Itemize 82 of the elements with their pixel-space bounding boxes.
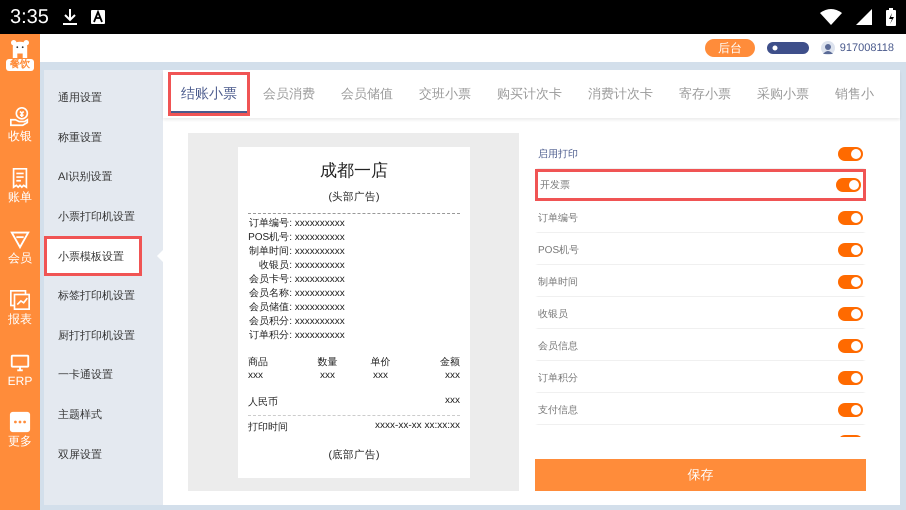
tab[interactable]: 结账小票: [168, 72, 250, 116]
table-cell-text: xxx: [444, 370, 460, 381]
nav-item[interactable]: ERP: [8, 339, 32, 400]
receipt-field: 收银员: xxxxxxxxxx: [248, 259, 460, 273]
sidebar-item[interactable]: 通用设置: [44, 78, 142, 118]
setting-label: 收银员: [538, 308, 568, 321]
sidebar-item[interactable]: 厨打打印机设置: [44, 316, 142, 356]
save-button[interactable]: 保存: [535, 459, 866, 491]
toggle-switch[interactable]: [838, 371, 863, 385]
receipt-field: 订单积分: xxxxxxxxxx: [248, 329, 460, 343]
battery-icon: [886, 8, 896, 26]
toggle-switch[interactable]: [838, 275, 863, 289]
hand-coin-icon: [9, 106, 31, 128]
signal-icon: [856, 9, 872, 25]
backend-button[interactable]: 后台: [704, 39, 755, 57]
toggle-switch[interactable]: [838, 147, 863, 161]
setting-label: 会员信息: [538, 340, 578, 353]
receipt-field: 会员卡号: xxxxxxxxxx: [248, 273, 460, 287]
toggle-switch[interactable]: [838, 403, 863, 417]
setting-label: 开发票: [540, 179, 570, 192]
column-header: 金额: [439, 356, 460, 369]
toggle-switch[interactable]: [836, 178, 861, 192]
sidebar-item[interactable]: 标签打印机设置: [44, 276, 142, 316]
total-value: xxx: [445, 395, 460, 408]
receipt-field: 制单时间: xxxxxxxxxx: [248, 245, 460, 259]
nav-item[interactable]: 会员: [8, 217, 32, 278]
more-icon: [9, 411, 31, 433]
total-label: 人民币: [248, 396, 278, 409]
logo-tag: 餐饮: [6, 59, 34, 71]
status-badge: [766, 42, 809, 54]
sidebar-item[interactable]: AI识别设置: [44, 157, 142, 197]
nav-item[interactable]: 更多: [8, 400, 32, 461]
avatar-icon: [820, 41, 835, 55]
nav-item[interactable]: 账单: [8, 156, 32, 217]
toggle-switch[interactable]: [838, 339, 863, 353]
receipt-field: 会员名称: xxxxxxxxxx: [248, 287, 460, 301]
column-header: 数量: [316, 356, 338, 369]
account-number: 917008118: [840, 42, 894, 54]
receipt-field: POS机号: xxxxxxxxxx: [248, 231, 460, 245]
tab[interactable]: 购买计次卡: [484, 72, 575, 116]
download-icon: [62, 9, 77, 25]
print-time-label: 打印时间: [248, 420, 288, 434]
column-header: 单价: [370, 356, 392, 369]
header-ad: (头部广告): [328, 190, 380, 204]
sidebar-item[interactable]: 小票打印机设置: [44, 196, 142, 236]
setting-label: 支付信息: [538, 404, 578, 417]
column-header: 商品: [248, 356, 269, 369]
store-title: 成都一店: [319, 160, 389, 182]
tab[interactable]: 会员消费: [250, 72, 328, 116]
tab[interactable]: 会员储值: [328, 72, 406, 116]
tab[interactable]: 交班小票: [406, 72, 484, 116]
wifi-icon: [820, 9, 842, 25]
bear-logo-icon: [10, 40, 30, 58]
footer-ad: (底部广告): [328, 448, 380, 462]
tab[interactable]: 销售小: [822, 72, 887, 116]
setting-label: POS机号: [538, 244, 580, 257]
toggle-switch[interactable]: [838, 211, 863, 225]
sidebar-item[interactable]: 双屏设置: [44, 434, 142, 474]
setting-label: 启用打印: [538, 148, 578, 161]
receipt-field: 订单编号: xxxxxxxxxx: [248, 217, 460, 231]
toggle-switch[interactable]: [838, 307, 863, 321]
sidebar-item[interactable]: 称重设置: [44, 118, 142, 158]
nav-item[interactable]: 收银: [8, 95, 32, 156]
clock-time: 3:35: [10, 6, 49, 28]
setting-label: 订单积分: [538, 372, 578, 385]
table-cell-text: xxx: [248, 370, 264, 381]
sidebar-item[interactable]: 一卡通设置: [44, 355, 142, 395]
table-cell-text: xxx: [372, 370, 389, 381]
receipt-field: 会员储值: xxxxxxxxxx: [248, 301, 460, 315]
receipt-field: 会员积分: xxxxxxxxxx: [248, 315, 460, 329]
tab[interactable]: 采购小票: [744, 72, 822, 116]
setting-label: 制单时间: [538, 276, 578, 289]
setting-label: 订单编号: [538, 212, 578, 225]
table-cell-text: xxx: [319, 370, 336, 381]
tab[interactable]: 消费计次卡: [575, 72, 666, 116]
tab[interactable]: 寄存小票: [666, 72, 744, 116]
chart-icon: [9, 289, 31, 311]
nav-item[interactable]: 报表: [8, 278, 32, 339]
toggle-switch[interactable]: [838, 243, 863, 257]
font-icon: [90, 10, 105, 24]
sidebar-item[interactable]: 主题样式: [44, 394, 142, 434]
print-time-value: xxxx-xx-xx xx:xx:xx: [375, 420, 460, 433]
